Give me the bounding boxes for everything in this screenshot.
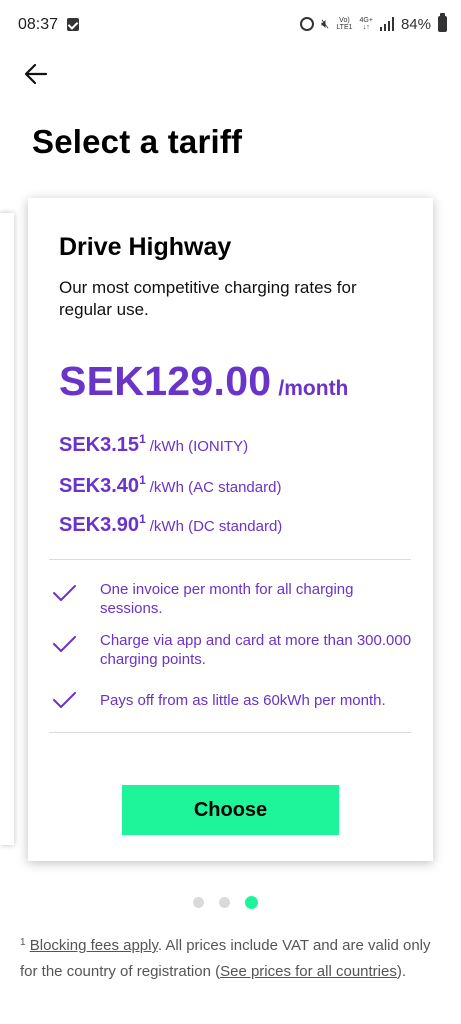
blocking-fees-link[interactable]: Blocking fees apply	[30, 937, 158, 954]
rate-footnote-marker: 1	[139, 512, 146, 526]
volte-icon: Vo) LTE1	[336, 17, 353, 31]
mute-icon: 🔇︎	[321, 16, 330, 31]
rate-ac-standard: SEK3.40 1 /kWh (AC standard)	[59, 473, 282, 498]
tariff-card: Drive Highway Our most competitive charg…	[28, 198, 433, 861]
page-title: Select a tariff	[32, 123, 243, 160]
status-bar: 08:37 🔇︎ Vo) LTE1 4G+ ↓↑ 84%	[0, 0, 461, 50]
rate-value: SEK3.40	[59, 475, 140, 497]
rate-unit: /kWh (DC standard)	[149, 518, 283, 535]
rate-value: SEK3.90	[59, 514, 140, 536]
price-value: SEK129.00	[59, 358, 272, 404]
status-icons: 🔇︎ Vo) LTE1 4G+ ↓↑ 84%	[300, 13, 447, 34]
monthly-price: SEK129.00 /month	[59, 358, 348, 405]
battery-level: 84%	[400, 15, 431, 33]
checkmark-icon	[53, 636, 76, 652]
divider	[49, 559, 411, 560]
rate-footnote-marker: 1	[139, 432, 146, 446]
rate-value: SEK3.15	[59, 434, 140, 456]
network-type-icon: 4G+ ↓↑	[359, 17, 373, 31]
previous-tariff-card[interactable]	[0, 213, 14, 845]
pager-dots	[193, 896, 258, 909]
rate-dc-standard: SEK3.90 1 /kWh (DC standard)	[59, 512, 283, 537]
footnote: 1 Blocking fees apply. All prices includ…	[20, 934, 440, 984]
price-unit: /month	[278, 377, 349, 400]
status-time: 08:37	[18, 16, 59, 33]
alarm-icon	[300, 17, 315, 31]
notification-check-icon	[67, 18, 79, 31]
feature-text: One invoice per month for all charging s…	[100, 581, 354, 617]
pager-dot[interactable]	[193, 897, 204, 908]
feature-text: Pays off from as little as 60kWh per mon…	[100, 692, 386, 709]
signal-icon	[379, 17, 394, 31]
pager-dot-active[interactable]	[245, 896, 258, 909]
rate-unit: /kWh (IONITY)	[149, 438, 249, 455]
checkmark-icon	[53, 692, 76, 708]
divider	[49, 732, 411, 733]
pager-dot[interactable]	[219, 897, 230, 908]
battery-icon	[438, 13, 447, 32]
feature-text: Charge via app and card at more than 300…	[100, 632, 412, 668]
checkmark-icon	[53, 585, 76, 601]
rate-footnote-marker: 1	[139, 473, 146, 487]
arrow-left-icon	[24, 63, 48, 85]
tariff-description: Our most competitive charging rates for …	[59, 278, 357, 319]
see-prices-link[interactable]: See prices for all countries	[220, 963, 397, 980]
footnote-text-end: ).	[396, 963, 407, 980]
choose-button[interactable]: Choose	[122, 785, 339, 835]
back-button[interactable]	[22, 60, 50, 88]
rate-unit: /kWh (AC standard)	[149, 479, 282, 496]
rate-ionity: SEK3.15 1 /kWh (IONITY)	[59, 432, 249, 457]
tariff-title: Drive Highway	[59, 233, 232, 261]
footnote-marker: 1	[20, 937, 26, 948]
